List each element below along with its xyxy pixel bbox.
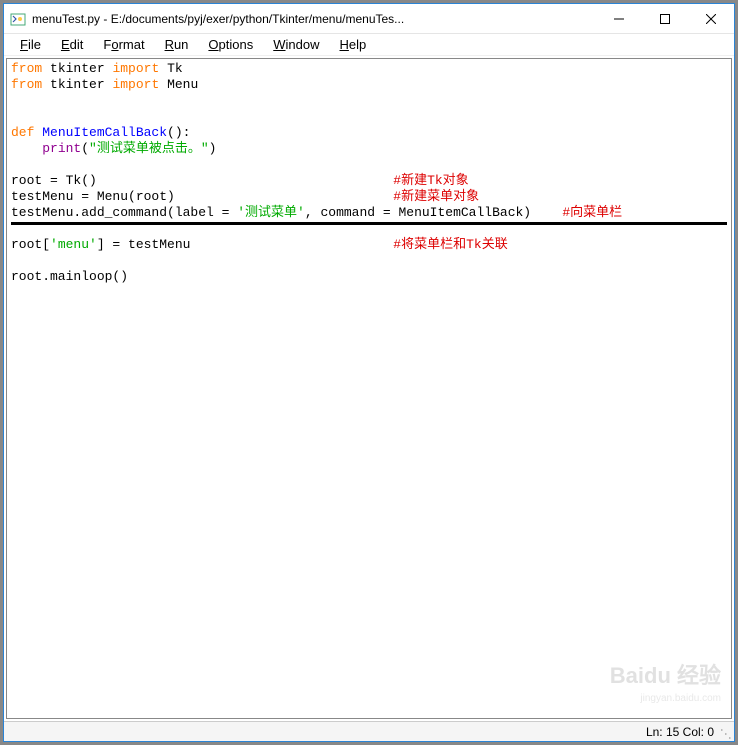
menu-options[interactable]: Options bbox=[198, 35, 263, 54]
string: "测试菜单被点击。" bbox=[89, 141, 209, 156]
statusbar: Ln: 15 Col: 0 bbox=[4, 721, 734, 741]
code-text: testMenu = Menu(root) bbox=[11, 189, 175, 204]
close-button[interactable] bbox=[688, 4, 734, 34]
identifier: Menu bbox=[167, 77, 198, 92]
menu-edit[interactable]: Edit bbox=[51, 35, 93, 54]
punct: (): bbox=[167, 125, 190, 140]
menu-window[interactable]: Window bbox=[263, 35, 329, 54]
module: tkinter bbox=[50, 77, 105, 92]
comment: #向菜单栏 bbox=[562, 205, 622, 220]
code-text: , command = MenuItemCallBack) bbox=[305, 205, 531, 220]
minimize-button[interactable] bbox=[596, 4, 642, 34]
code-text: root = Tk() bbox=[11, 173, 97, 188]
menu-format[interactable]: Format bbox=[93, 35, 154, 54]
comment: #新建菜单对象 bbox=[393, 189, 479, 204]
resize-grip[interactable] bbox=[720, 727, 732, 739]
maximize-button[interactable] bbox=[642, 4, 688, 34]
code-text: root[ bbox=[11, 237, 50, 252]
func-name: MenuItemCallBack bbox=[42, 125, 167, 140]
keyword: def bbox=[11, 125, 34, 140]
keyword: import bbox=[112, 77, 159, 92]
code-text: ] = testMenu bbox=[97, 237, 191, 252]
window-title: menuTest.py - E:/documents/pyj/exer/pyth… bbox=[32, 12, 596, 26]
menu-help[interactable]: Help bbox=[330, 35, 377, 54]
titlebar[interactable]: menuTest.py - E:/documents/pyj/exer/pyth… bbox=[4, 4, 734, 34]
idle-window: menuTest.py - E:/documents/pyj/exer/pyth… bbox=[3, 3, 735, 742]
comment: #将菜单栏和Tk关联 bbox=[393, 237, 507, 252]
menu-run[interactable]: Run bbox=[155, 35, 199, 54]
punct: ( bbox=[81, 141, 89, 156]
code-editor[interactable]: from tkinter import Tk from tkinter impo… bbox=[7, 59, 731, 287]
menu-file[interactable]: File bbox=[10, 35, 51, 54]
builtin: print bbox=[42, 141, 81, 156]
keyword: import bbox=[112, 61, 159, 76]
keyword: from bbox=[11, 77, 42, 92]
editor-area[interactable]: from tkinter import Tk from tkinter impo… bbox=[6, 58, 732, 719]
module: tkinter bbox=[50, 61, 105, 76]
string: '测试菜单' bbox=[237, 205, 305, 220]
window-controls bbox=[596, 4, 734, 34]
comment: #新建Tk对象 bbox=[393, 173, 468, 188]
cursor-position: Ln: 15 Col: 0 bbox=[646, 725, 714, 739]
identifier: Tk bbox=[167, 61, 183, 76]
string: 'menu' bbox=[50, 237, 97, 252]
punct: ) bbox=[209, 141, 217, 156]
watermark: Baidu 经验 bbox=[610, 658, 721, 690]
code-text: root.mainloop() bbox=[11, 269, 128, 284]
keyword: from bbox=[11, 61, 42, 76]
code-text: testMenu.add_command(label = bbox=[11, 205, 237, 220]
watermark-sub: jingyan.baidu.com bbox=[640, 693, 721, 704]
app-icon bbox=[10, 11, 26, 27]
menubar: File Edit Format Run Options Window Help bbox=[4, 34, 734, 56]
